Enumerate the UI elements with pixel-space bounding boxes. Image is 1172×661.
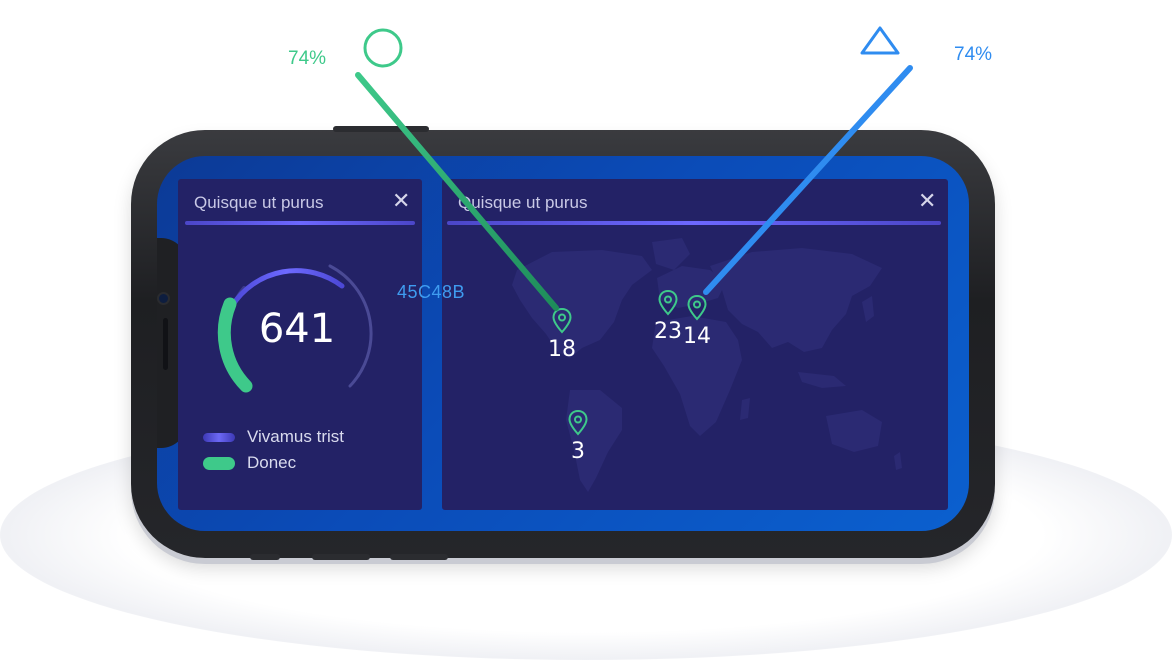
annotation-overlay bbox=[355, 26, 913, 311]
annotation-percent-right: 74% bbox=[954, 44, 993, 65]
annotation-line-green bbox=[355, 72, 559, 311]
annotation-line-blue bbox=[703, 65, 913, 295]
triangle-icon bbox=[860, 26, 900, 55]
annotation-percent-left: 74% bbox=[288, 48, 327, 69]
hex-code-label: 45C48B bbox=[397, 282, 466, 302]
circle-icon bbox=[363, 28, 403, 68]
